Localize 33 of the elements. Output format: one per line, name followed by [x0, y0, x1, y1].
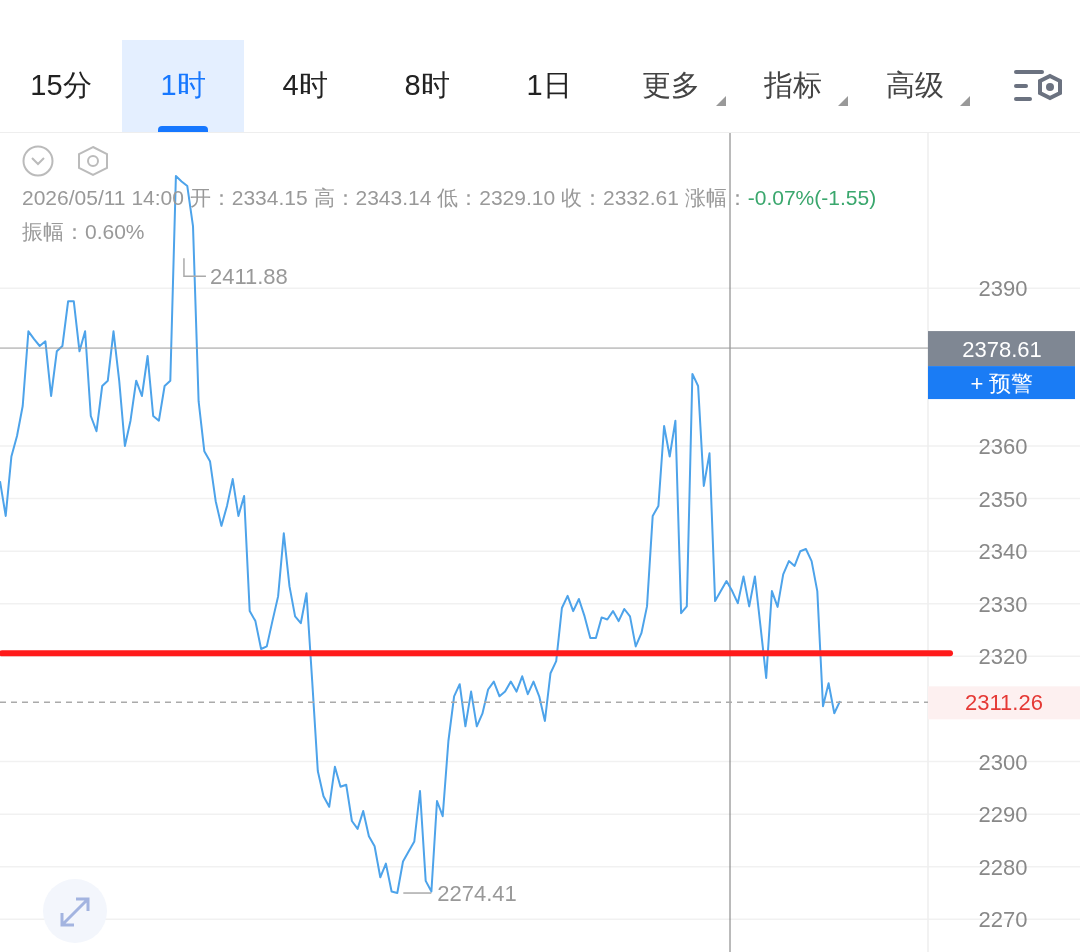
timeframe-tab[interactable]: 更多: [610, 40, 732, 132]
alert-button[interactable]: + 预警: [928, 366, 1075, 400]
expand-icon[interactable]: [43, 879, 107, 943]
axis-label: 2290: [978, 802, 1028, 828]
timeframe-tab[interactable]: 4时: [244, 40, 366, 132]
axis-label: 2300: [978, 749, 1028, 775]
collapse-icon[interactable]: [22, 145, 54, 177]
axis-label: 2270: [978, 907, 1028, 933]
leader-line: [183, 257, 207, 277]
axis-label: 2340: [978, 539, 1028, 565]
caret-icon: [960, 96, 970, 106]
axis-label: 2320: [978, 644, 1028, 670]
timeframe-tab[interactable]: 1时: [122, 40, 244, 132]
axis-label: 2330: [978, 591, 1028, 617]
timeframe-tab[interactable]: 1日: [488, 40, 610, 132]
hexagon-icon[interactable]: [76, 145, 110, 177]
ref-line-label: 2311.26: [965, 690, 1043, 716]
axis-label: 2360: [978, 433, 1028, 459]
caret-icon: [716, 96, 726, 106]
crosshair-price-tag: 2378.61: [928, 331, 1075, 367]
last-price-tag: 2311.26: [928, 686, 1080, 720]
low-price-label: 2274.41: [437, 881, 517, 907]
leader-line: [402, 892, 433, 894]
caret-icon: [838, 96, 848, 106]
axis-label: 2280: [978, 854, 1028, 880]
high-price-label: 2411.88: [209, 264, 288, 290]
ref-line-label: 2378.61: [962, 337, 1042, 363]
timeframe-tab[interactable]: 15分: [0, 40, 122, 132]
timeframe-tab[interactable]: 高级: [854, 40, 976, 132]
axis-label: 2350: [978, 486, 1028, 512]
axis-label: 2390: [978, 276, 1028, 302]
timeframe-tab[interactable]: 8时: [366, 40, 488, 132]
timeframe-tab[interactable]: 指标: [732, 40, 854, 132]
